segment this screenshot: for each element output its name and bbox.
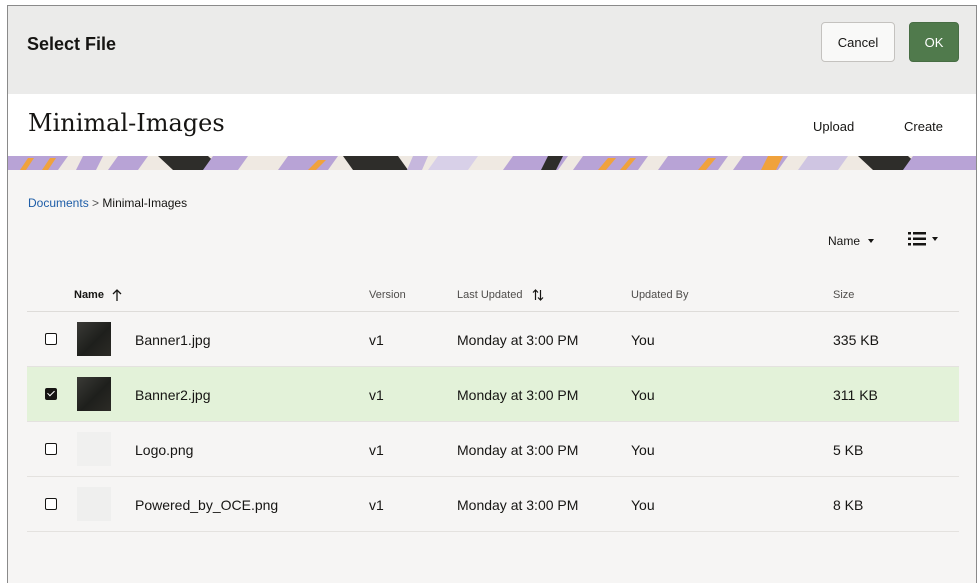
file-size: 5 KB — [833, 442, 864, 458]
table-header: Name Version Last Updated Updated By Siz… — [27, 272, 959, 312]
file-last-updated: Monday at 3:00 PM — [457, 442, 579, 458]
column-header-last-updated[interactable]: Last Updated — [457, 289, 544, 301]
sort-dropdown[interactable]: Name — [828, 234, 875, 248]
file-updated-by: You — [631, 332, 655, 348]
table-row[interactable]: Banner1.jpg v1 Monday at 3:00 PM You 335… — [27, 312, 959, 367]
file-version: v1 — [369, 442, 384, 458]
file-updated-by: You — [631, 497, 655, 513]
row-checkbox[interactable] — [45, 333, 57, 345]
column-header-version[interactable]: Version — [369, 289, 406, 301]
sort-dropdown-label: Name — [828, 234, 861, 248]
table-row[interactable]: Powered_by_OCE.png v1 Monday at 3:00 PM … — [27, 477, 959, 532]
breadcrumb-documents-link[interactable]: Documents — [28, 196, 89, 210]
dialog-title: Select File — [27, 34, 117, 54]
breadcrumb: Documents > Minimal-Images — [28, 196, 187, 210]
file-thumbnail — [77, 487, 111, 521]
column-header-name-label: Name — [74, 289, 104, 301]
file-updated-by: You — [631, 387, 655, 403]
file-size: 335 KB — [833, 332, 879, 348]
file-version: v1 — [369, 387, 384, 403]
file-thumbnail — [77, 432, 111, 466]
chevron-down-icon — [868, 239, 875, 243]
create-button[interactable]: Create — [904, 119, 943, 134]
list-view-icon — [908, 232, 926, 246]
banner-pattern — [8, 156, 976, 170]
column-header-last-updated-label: Last Updated — [457, 289, 523, 301]
sort-toggle-icon — [533, 289, 544, 301]
file-name[interactable]: Banner1.jpg — [135, 332, 211, 348]
breadcrumb-separator: > — [92, 196, 100, 210]
row-checkbox[interactable] — [45, 443, 57, 455]
file-table: Name Version Last Updated Updated By Siz… — [27, 272, 959, 532]
file-updated-by: You — [631, 442, 655, 458]
file-thumbnail — [77, 377, 111, 411]
select-file-dialog: Select File Cancel OK Minimal-Images Upl… — [7, 5, 977, 583]
file-last-updated: Monday at 3:00 PM — [457, 387, 579, 403]
cancel-button[interactable]: Cancel — [821, 22, 895, 62]
file-last-updated: Monday at 3:00 PM — [457, 497, 579, 513]
sort-ascending-icon — [112, 289, 122, 301]
folder-title: Minimal-Images — [28, 109, 225, 137]
breadcrumb-current: Minimal-Images — [102, 196, 188, 210]
column-header-name[interactable]: Name — [74, 289, 122, 301]
file-version: v1 — [369, 497, 384, 513]
column-header-updated-by[interactable]: Updated By — [631, 289, 688, 301]
column-header-size[interactable]: Size — [833, 289, 854, 301]
folder-banner-image — [8, 156, 976, 170]
file-size: 8 KB — [833, 497, 864, 513]
file-thumbnail — [77, 322, 111, 356]
table-row[interactable]: Logo.png v1 Monday at 3:00 PM You 5 KB — [27, 422, 959, 477]
row-checkbox[interactable] — [45, 388, 57, 400]
folder-titlebar: Minimal-Images Upload Create — [8, 94, 976, 156]
ok-button[interactable]: OK — [909, 22, 959, 62]
file-version: v1 — [369, 332, 384, 348]
file-size: 311 KB — [833, 387, 878, 403]
upload-button[interactable]: Upload — [813, 119, 854, 134]
file-name[interactable]: Logo.png — [135, 442, 193, 458]
table-row[interactable]: Banner2.jpg v1 Monday at 3:00 PM You 311… — [27, 367, 959, 422]
file-name[interactable]: Banner2.jpg — [135, 387, 211, 403]
view-mode-dropdown[interactable] — [908, 232, 938, 246]
chevron-down-icon — [932, 237, 938, 241]
file-name[interactable]: Powered_by_OCE.png — [135, 497, 278, 513]
file-last-updated: Monday at 3:00 PM — [457, 332, 579, 348]
row-checkbox[interactable] — [45, 498, 57, 510]
dialog-header: Select File Cancel OK — [8, 6, 976, 94]
